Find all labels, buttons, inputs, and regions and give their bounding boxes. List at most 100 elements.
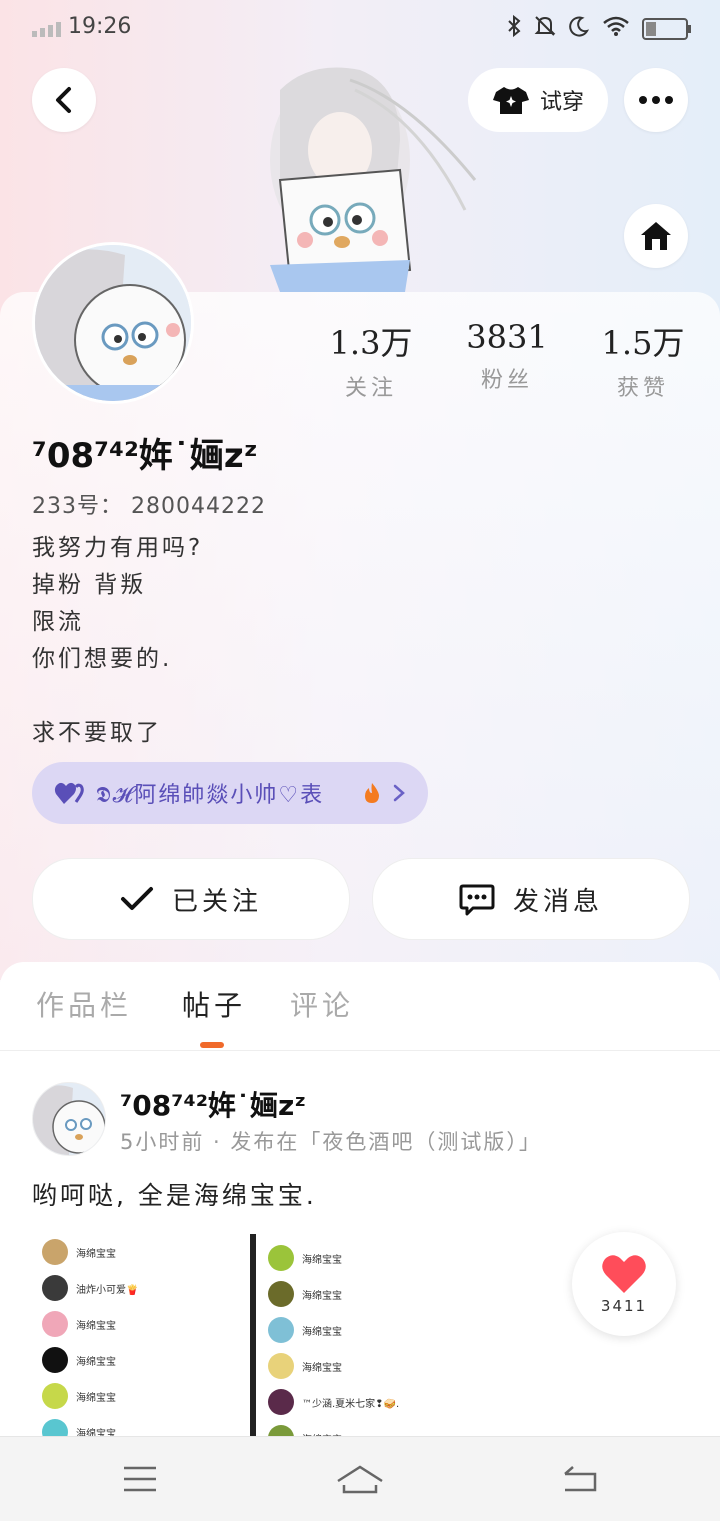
signal-icon bbox=[32, 22, 61, 37]
post-image-row-avatar bbox=[42, 1419, 68, 1436]
post-image-row-name: 海绵宝宝 bbox=[302, 1326, 342, 1338]
post-image-row: 海绵宝宝 bbox=[42, 1342, 138, 1378]
stat-fans[interactable]: 3831 粉丝 bbox=[452, 318, 562, 394]
post-image-row-name: 海绵宝宝 bbox=[76, 1248, 116, 1260]
post-image-row-avatar bbox=[42, 1275, 68, 1301]
fan-medal-badge[interactable]: 𝕯𝓗阿绵帥燚小帅♡表 bbox=[32, 762, 428, 824]
following-button[interactable]: 已关注 bbox=[32, 858, 350, 940]
stat-likes-label: 获赞 bbox=[616, 376, 669, 401]
double-heart-icon bbox=[54, 782, 84, 804]
stat-likes[interactable]: 1.5万 获赞 bbox=[588, 318, 698, 402]
post-image-row-avatar bbox=[268, 1245, 294, 1271]
post-image-row-avatar bbox=[42, 1239, 68, 1265]
post-image-row-name: 海绵宝宝 bbox=[76, 1428, 116, 1437]
post-image-row-name: 海绵宝宝 bbox=[302, 1362, 342, 1374]
nav-home-button[interactable] bbox=[330, 1457, 390, 1501]
status-bar: 19:26 bbox=[0, 0, 720, 56]
fire-icon bbox=[365, 783, 379, 803]
post-image-row-avatar bbox=[268, 1281, 294, 1307]
banner-character-image bbox=[270, 67, 477, 292]
post-image-row: 油炸小可爱🍟 bbox=[42, 1270, 138, 1306]
more-dots-icon bbox=[639, 96, 673, 104]
tab-posts[interactable]: 帖子 bbox=[182, 984, 246, 1024]
post-image-row: 海绵宝宝 bbox=[42, 1306, 138, 1342]
post-meta: 5小时前 · 发布在「夜色酒吧（测试版）」 bbox=[120, 1130, 542, 1154]
post-image-row: 海绵宝宝 bbox=[42, 1378, 138, 1414]
post-image-row-name: 海绵宝宝 bbox=[302, 1290, 342, 1302]
post-image-row-avatar bbox=[268, 1425, 294, 1436]
post-image-row-avatar bbox=[42, 1383, 68, 1409]
stat-fans-label: 粉丝 bbox=[480, 368, 533, 393]
profile-uid: 233号： 280044222 bbox=[32, 494, 266, 519]
wifi-icon bbox=[602, 15, 630, 42]
post-image-row-avatar bbox=[268, 1317, 294, 1343]
tab-comments[interactable]: 评论 bbox=[290, 984, 354, 1024]
post-image-row-avatar bbox=[268, 1389, 294, 1415]
post-image-row-name: 海绵宝宝 bbox=[76, 1320, 116, 1332]
chevron-left-icon bbox=[56, 87, 71, 113]
post-image-row: 海绵宝宝 bbox=[268, 1312, 399, 1348]
nav-menu-button[interactable] bbox=[110, 1457, 170, 1501]
more-options-button[interactable] bbox=[624, 68, 688, 132]
home-button[interactable] bbox=[624, 204, 688, 268]
status-time: 19:26 bbox=[68, 14, 132, 39]
post-image-row-name: ™少涵.夏米七家❢🥪. bbox=[302, 1398, 400, 1410]
nav-back-button[interactable] bbox=[550, 1457, 610, 1501]
post-image-row-name: 海绵宝宝 bbox=[302, 1254, 342, 1266]
content-panel: 作品栏 帖子 评论 ⁷08⁷⁴²姩˙婳zᶻ 5小时前 · 发布在「夜色酒吧（测试… bbox=[0, 962, 720, 1436]
bio-line: 我努力有用吗? bbox=[32, 535, 204, 561]
menu-icon bbox=[124, 1466, 156, 1492]
system-nav-bar bbox=[0, 1436, 720, 1521]
post-image[interactable]: 海绵宝宝 油炸小可爱🍟 海绵宝宝 海绵宝宝 海绵宝宝 海绵宝宝 海绵宝宝 海绵宝宝 海绵宝宝海… bbox=[32, 1234, 477, 1436]
like-button[interactable]: 3411 bbox=[572, 1232, 676, 1336]
send-message-button[interactable]: 发消息 bbox=[372, 858, 690, 940]
chevron-right-icon bbox=[393, 784, 405, 802]
bio-line: 你们想要的. bbox=[32, 646, 173, 672]
post-image-row: 海绵宝宝 bbox=[42, 1234, 138, 1270]
post-image-row-name: 海绵宝宝 bbox=[76, 1392, 116, 1404]
post-image-row-name: 海绵宝宝 bbox=[76, 1356, 116, 1368]
post-image-row-name: 油炸小可爱🍟 bbox=[76, 1284, 139, 1296]
post-image-row-avatar bbox=[42, 1347, 68, 1373]
try-on-button[interactable]: 试穿 bbox=[468, 68, 608, 132]
back-button[interactable] bbox=[32, 68, 96, 132]
stat-following-value: 1.3万 bbox=[329, 324, 413, 362]
active-tab-indicator bbox=[200, 1042, 224, 1048]
post-image-row-avatar bbox=[42, 1311, 68, 1337]
stat-following[interactable]: 1.3万 关注 bbox=[316, 318, 426, 402]
check-icon bbox=[120, 887, 153, 910]
post-image-row: 海绵宝宝 bbox=[268, 1240, 399, 1276]
post-author-avatar[interactable] bbox=[32, 1082, 106, 1156]
bluetooth-icon bbox=[506, 14, 522, 43]
send-message-label: 发消息 bbox=[512, 886, 603, 917]
stat-following-label: 关注 bbox=[344, 376, 397, 401]
post-author-name[interactable]: ⁷08⁷⁴²姩˙婳zᶻ bbox=[120, 1084, 306, 1124]
post-image-list-left: 海绵宝宝 油炸小可爱🍟 海绵宝宝 海绵宝宝 海绵宝宝 海绵宝宝 bbox=[42, 1234, 138, 1436]
post-image-row: 海绵宝宝 bbox=[42, 1414, 138, 1436]
bio-line: 求不要取了 bbox=[32, 720, 162, 746]
stat-likes-value: 1.5万 bbox=[601, 324, 685, 362]
stat-fans-value: 3831 bbox=[466, 318, 548, 356]
profile-avatar[interactable] bbox=[32, 242, 194, 404]
post-image-row: 海绵宝宝 bbox=[268, 1348, 399, 1384]
post-image-row: 海绵宝宝 bbox=[268, 1420, 399, 1436]
post-image-row-avatar bbox=[268, 1353, 294, 1379]
post-image-row: 海绵宝宝 bbox=[268, 1276, 399, 1312]
moon-icon bbox=[568, 15, 590, 42]
bio-line: 限流 bbox=[32, 609, 84, 635]
profile-tabs: 作品栏 帖子 评论 bbox=[0, 962, 720, 1051]
profile-bio: 我努力有用吗? 掉粉 背叛 限流 你们想要的. 求不要取了 bbox=[32, 530, 203, 752]
battery-icon bbox=[642, 17, 691, 40]
post-image-list-right: 海绵宝宝海绵宝宝海绵宝宝海绵宝宝™少涵.夏米七家❢🥪.海绵宝宝 bbox=[268, 1240, 399, 1436]
bio-line bbox=[32, 678, 203, 715]
home-icon bbox=[641, 222, 671, 250]
avatar-image bbox=[35, 245, 191, 401]
nav-back-icon bbox=[564, 1466, 597, 1492]
nav-home-icon bbox=[337, 1465, 383, 1494]
try-on-label: 试穿 bbox=[539, 90, 584, 115]
like-count: 3411 bbox=[600, 1297, 648, 1315]
heart-icon bbox=[602, 1255, 646, 1293]
following-label: 已关注 bbox=[171, 886, 262, 917]
post-image-row: ™少涵.夏米七家❢🥪. bbox=[268, 1384, 399, 1420]
tab-works[interactable]: 作品栏 bbox=[36, 984, 132, 1024]
